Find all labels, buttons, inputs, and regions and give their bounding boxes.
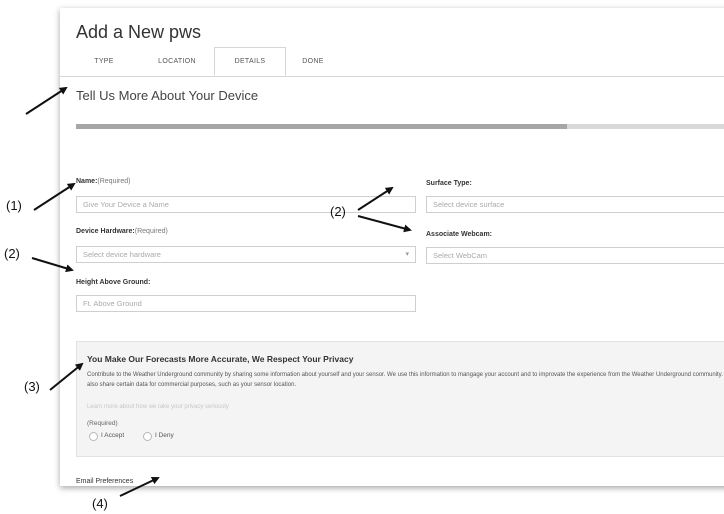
arrow-section-title: [25, 86, 68, 115]
annotation-arrows: [25, 86, 412, 497]
arrow-2-left: [31, 257, 74, 273]
arrow-1: [33, 182, 76, 211]
arrow-4: [119, 476, 160, 497]
arrow-3: [49, 362, 84, 391]
arrow-2-down: [357, 215, 412, 233]
arrow-2-up: [357, 186, 394, 211]
